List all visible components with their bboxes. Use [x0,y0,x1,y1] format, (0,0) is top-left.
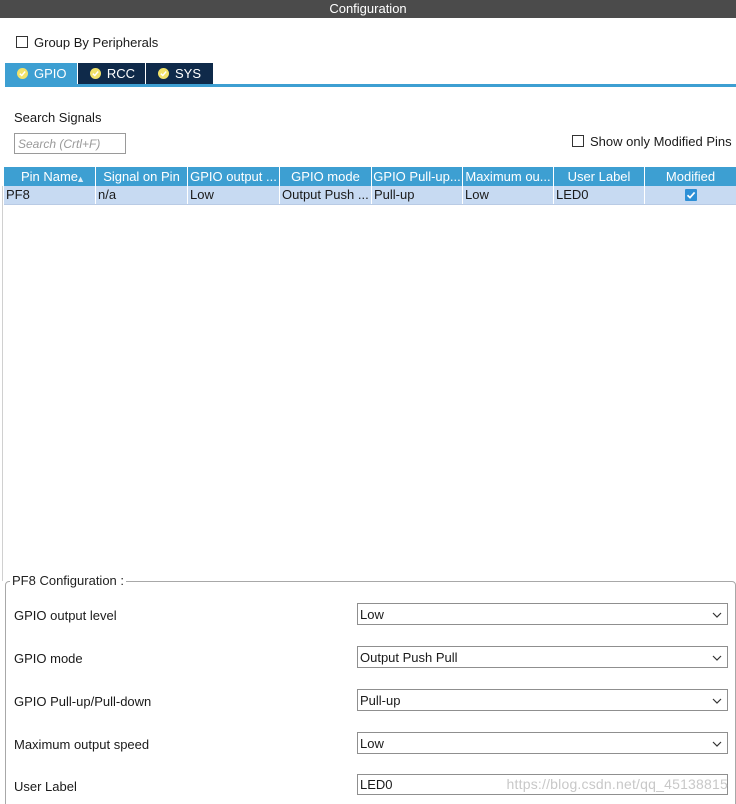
column-header-mode[interactable]: GPIO mode [280,167,372,186]
chevron-down-icon [712,612,722,618]
pull-label: GPIO Pull-up/Pull-down [14,693,152,709]
cell-modified[interactable] [645,186,736,204]
output-level-row: GPIO output level Low [14,603,728,627]
checkbox-box[interactable] [16,36,28,48]
configuration-window: Configuration Group By Peripherals GPIO … [0,0,736,804]
speed-row: Maximum output speed Low [14,732,728,756]
cell-pin: PF8 [4,186,96,204]
cell-mode: Output Push ... [280,186,372,204]
show-only-modified-checkbox[interactable]: Show only Modified Pins [572,133,732,149]
cell-speed: Low [463,186,554,204]
cell-signal: n/a [96,186,188,204]
table-row[interactable]: PF8 n/a Low Output Push ... Pull-up Low … [4,186,736,205]
column-header-modified[interactable]: Modified [645,167,736,186]
column-header-user-label[interactable]: User Label [554,167,645,186]
watermark-text: https://blog.csdn.net/qq_45138815 [506,776,728,792]
check-circle-icon [17,68,28,79]
cell-user-label: LED0 [554,186,645,204]
tab-gpio-label: GPIO [34,66,67,81]
pin-configuration-legend: PF8 Configuration : [10,573,127,588]
pull-select[interactable]: Pull-up [357,689,728,711]
sort-ascending-icon: ▲ [76,174,85,184]
output-level-value: Low [360,606,384,622]
tab-sys[interactable]: SYS [146,63,213,84]
peripheral-tabs: GPIO RCC SYS [5,63,214,84]
tab-gpio[interactable]: GPIO [5,63,77,84]
output-level-select[interactable]: Low [357,603,728,625]
column-header-pull[interactable]: GPIO Pull-up... [372,167,463,186]
search-signals-label: Search Signals [14,110,102,125]
column-header-signal[interactable]: Signal on Pin [96,167,188,186]
cell-output-level: Low [188,186,280,204]
modified-checkbox-checked-icon[interactable] [684,188,697,201]
checkbox-box[interactable] [572,135,584,147]
chevron-down-icon [712,655,722,661]
check-circle-icon [90,68,101,79]
speed-label: Maximum output speed [14,736,150,752]
column-header-pin-name[interactable]: Pin Name ▲ [4,167,96,186]
column-header-speed[interactable]: Maximum ou... [463,167,554,186]
pull-row: GPIO Pull-up/Pull-down Pull-up [14,689,728,713]
mode-select[interactable]: Output Push Pull [357,646,728,668]
tab-rcc[interactable]: RCC [78,63,145,84]
speed-select[interactable]: Low [357,732,728,754]
table-left-border [2,186,3,581]
check-circle-icon [158,68,169,79]
group-by-peripherals-checkbox[interactable]: Group By Peripherals [16,34,158,50]
table-header: Pin Name ▲ Signal on Pin GPIO output ...… [4,167,736,186]
pin-table: Pin Name ▲ Signal on Pin GPIO output ...… [4,167,736,205]
mode-row: GPIO mode Output Push Pull [14,646,728,670]
output-level-label: GPIO output level [14,607,117,623]
window-title: Configuration [0,0,736,18]
speed-value: Low [360,735,384,751]
mode-label: GPIO mode [14,650,83,666]
cell-pull: Pull-up [372,186,463,204]
pull-value: Pull-up [360,692,401,708]
search-input[interactable] [14,133,126,154]
tab-rcc-label: RCC [106,66,135,81]
tab-sys-label: SYS [175,66,202,81]
chevron-down-icon [712,698,722,704]
group-by-peripherals-label: Group By Peripherals [34,34,159,50]
tab-underline [5,84,736,87]
mode-value: Output Push Pull [360,649,458,665]
column-header-output-level[interactable]: GPIO output ... [188,167,280,186]
show-only-modified-label: Show only Modified Pins [590,133,732,149]
user-label-label: User Label [14,778,77,794]
column-header-label: Pin Name [20,169,79,184]
chevron-down-icon [712,741,722,747]
